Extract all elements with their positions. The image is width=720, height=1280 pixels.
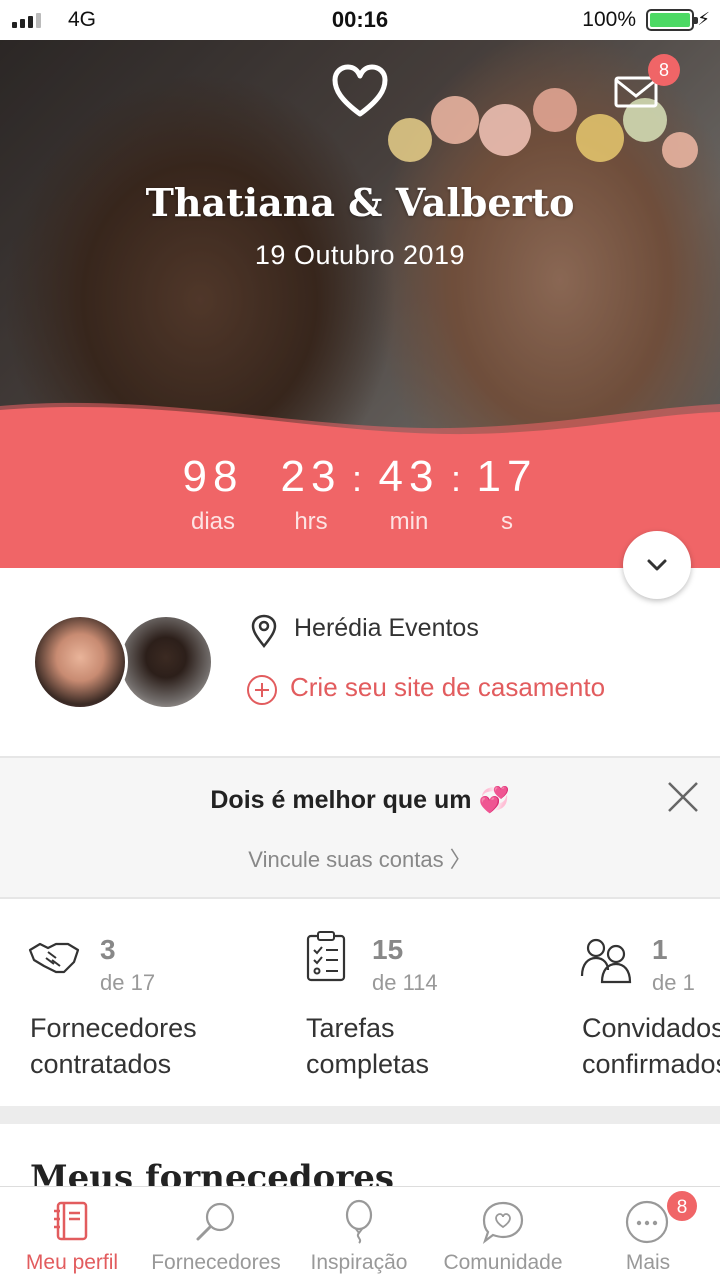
tab-fornecedores[interactable]: Fornecedores — [144, 1187, 288, 1280]
battery-percent: 100% — [582, 8, 636, 31]
charging-icon: ⚡ — [697, 9, 710, 29]
plus-circle-icon[interactable] — [246, 674, 278, 706]
chevron-down-icon — [647, 559, 667, 571]
checklist-icon — [306, 931, 346, 982]
stat-guests-label-line2: confirmados — [582, 1049, 720, 1079]
heart-logo-icon — [332, 64, 388, 117]
stat-tasks-label-line1: Tarefas — [306, 1013, 395, 1043]
venue-name[interactable]: Herédia Eventos — [294, 614, 479, 643]
tab-label: Meu perfil — [25, 1251, 119, 1274]
tab-label: Fornecedores — [151, 1251, 281, 1274]
countdown-minutes-label: min — [389, 508, 429, 535]
stat-guests-value: 1 — [652, 934, 668, 965]
stat-vendors-value: 3 — [100, 934, 116, 965]
tab-mais[interactable]: 8 Mais — [576, 1187, 720, 1280]
close-icon[interactable] — [666, 780, 700, 814]
avatar-bride[interactable] — [32, 614, 128, 710]
stat-guests-label-line1: Convidados — [582, 1013, 720, 1043]
link-accounts-title: Dois é melhor que um 💞 — [210, 786, 510, 814]
handshake-icon — [28, 942, 80, 974]
tab-meu-perfil[interactable]: Meu perfil — [0, 1187, 144, 1280]
avatar-groom[interactable] — [118, 614, 214, 710]
countdown-hours-label: hrs — [294, 508, 328, 535]
mail-badge: 8 — [648, 54, 680, 86]
tab-inspiracao[interactable]: Inspiração — [288, 1187, 430, 1280]
expand-button[interactable] — [623, 531, 691, 599]
status-bar: 4G 00:16 100% ⚡ — [0, 0, 720, 40]
countdown-days: 98 — [182, 452, 244, 501]
location-pin-icon — [251, 614, 277, 648]
notebook-icon — [54, 1201, 88, 1241]
link-accounts-panel: Dois é melhor que um 💞 Vincule suas cont… — [0, 758, 720, 898]
create-website-link[interactable]: Crie seu site de casamento — [290, 672, 605, 703]
couple-hero: 8 Thatiana & Valberto 19 Outubro 2019 98… — [0, 40, 720, 568]
battery-icon — [646, 9, 698, 31]
stat-vendors-label[interactable]: Fornecedores contratados — [30, 1010, 197, 1082]
more-icon — [625, 1200, 669, 1244]
tab-label: Mais — [625, 1251, 671, 1274]
stat-tasks-label-line2: completas — [306, 1049, 430, 1079]
countdown: 98 dias 23 hrs : 43 min : 17 s — [0, 452, 720, 562]
countdown-seconds: 17 — [476, 452, 538, 501]
stat-tasks-label[interactable]: Tarefas completas — [306, 1010, 429, 1082]
couple-names: Thatiana & Valberto — [145, 180, 575, 225]
tab-label: Inspiração — [310, 1251, 408, 1274]
tab-label: Comunidade — [443, 1251, 563, 1274]
countdown-separator: : — [352, 458, 363, 499]
stat-guests-total: de 1 — [652, 970, 695, 995]
countdown-days-label: dias — [190, 508, 236, 535]
bottom-tab-bar: Meu perfil Fornecedores Inspiração Comun… — [0, 1186, 720, 1280]
countdown-seconds-label: s — [501, 508, 513, 535]
stat-vendors-label-line1: Fornecedores — [30, 1013, 197, 1043]
chat-heart-icon — [482, 1201, 524, 1244]
guests-icon — [580, 938, 632, 984]
search-icon — [196, 1202, 235, 1241]
link-accounts-button[interactable]: Vincule suas contas 〉 — [0, 842, 720, 874]
more-badge: 8 — [665, 1189, 699, 1223]
stat-tasks-value: 15 — [372, 934, 404, 965]
countdown-separator: : — [451, 458, 462, 499]
profile-screen: 4G 00:16 100% ⚡ 8 Thatiana & Valberto 19… — [0, 0, 720, 1280]
tab-comunidade[interactable]: Comunidade — [430, 1187, 576, 1280]
stat-vendors-total: de 17 — [100, 970, 156, 995]
section-spacer — [0, 1106, 720, 1124]
wedding-date: 19 Outubro 2019 — [254, 240, 466, 270]
balloon-icon — [345, 1199, 373, 1244]
stat-tasks-total: de 114 — [372, 970, 438, 995]
stat-vendors-label-line2: contratados — [30, 1049, 172, 1079]
countdown-hours: 23 — [280, 452, 342, 501]
divider — [0, 897, 720, 899]
stat-guests-label[interactable]: Convidados confirmados — [582, 1010, 720, 1082]
countdown-minutes: 43 — [378, 452, 440, 501]
